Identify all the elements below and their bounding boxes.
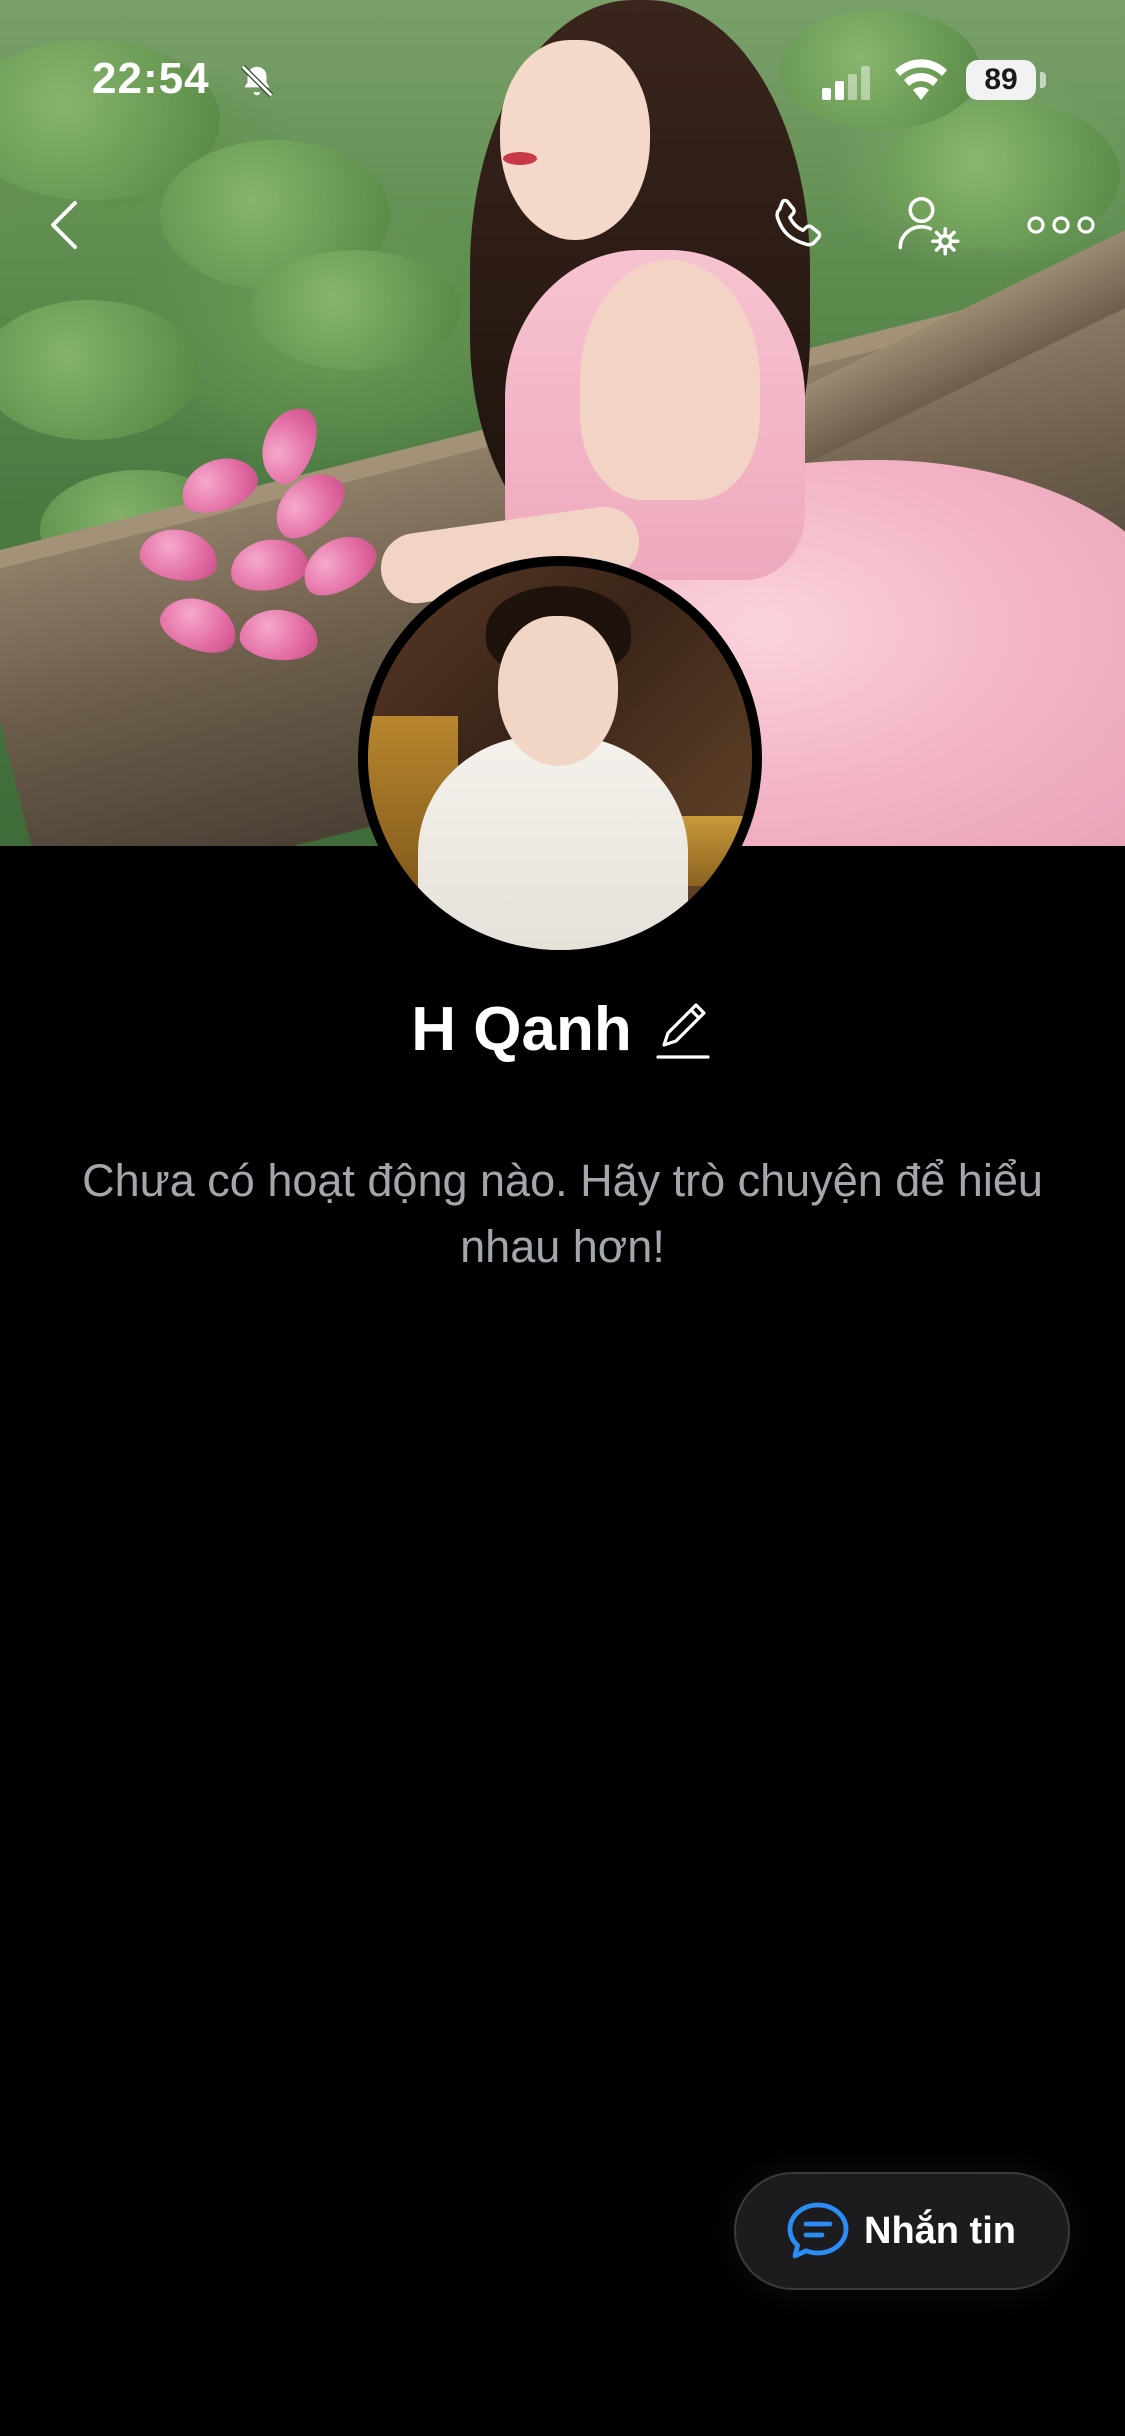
lips: [503, 152, 537, 165]
lotus-bud: [226, 533, 312, 597]
empty-activity-message: Chưa có hoạt động nào. Hãy trò chuyện để…: [82, 1155, 1043, 1272]
avatar-face: [498, 616, 618, 766]
battery-cap: [1040, 72, 1046, 88]
lotus-leaf: [250, 250, 460, 370]
back-button[interactable]: [20, 180, 110, 270]
avatar[interactable]: [358, 556, 762, 960]
signal-icon: [820, 66, 874, 100]
lotus-bud: [153, 588, 245, 662]
call-button[interactable]: [752, 180, 842, 270]
lotus-bud: [237, 606, 321, 664]
lotus-bouquet: [136, 399, 420, 690]
lotus-bud: [136, 523, 222, 587]
more-icon: [1027, 216, 1095, 234]
pencil-icon: [656, 1003, 710, 1059]
chevron-left-icon: [51, 201, 77, 249]
shoulder: [580, 260, 760, 500]
status-bar: 22:54 89: [0, 0, 1125, 150]
message-button[interactable]: Nhắn tin: [734, 2172, 1070, 2290]
status-time: 22:54: [92, 54, 210, 103]
phone-icon: [775, 198, 822, 247]
bell-slash-icon: [238, 62, 276, 100]
user-settings-button[interactable]: [884, 180, 974, 270]
ao-dai: [418, 736, 688, 950]
profile-name-text: H Qanh: [411, 995, 632, 1065]
wifi-icon: [894, 58, 948, 100]
battery-icon: 89: [966, 60, 1036, 100]
profile-name: H Qanh: [0, 990, 1125, 1065]
chat-bubble-icon: [787, 2202, 849, 2259]
more-button[interactable]: [1016, 180, 1106, 270]
edit-name-button[interactable]: [654, 997, 714, 1063]
message-button-label: Nhắn tin: [864, 2209, 1016, 2252]
avatar-photo: [368, 566, 752, 950]
user-settings-icon: [898, 197, 960, 256]
lotus-bud: [292, 523, 386, 607]
lotus-bud: [173, 448, 265, 522]
